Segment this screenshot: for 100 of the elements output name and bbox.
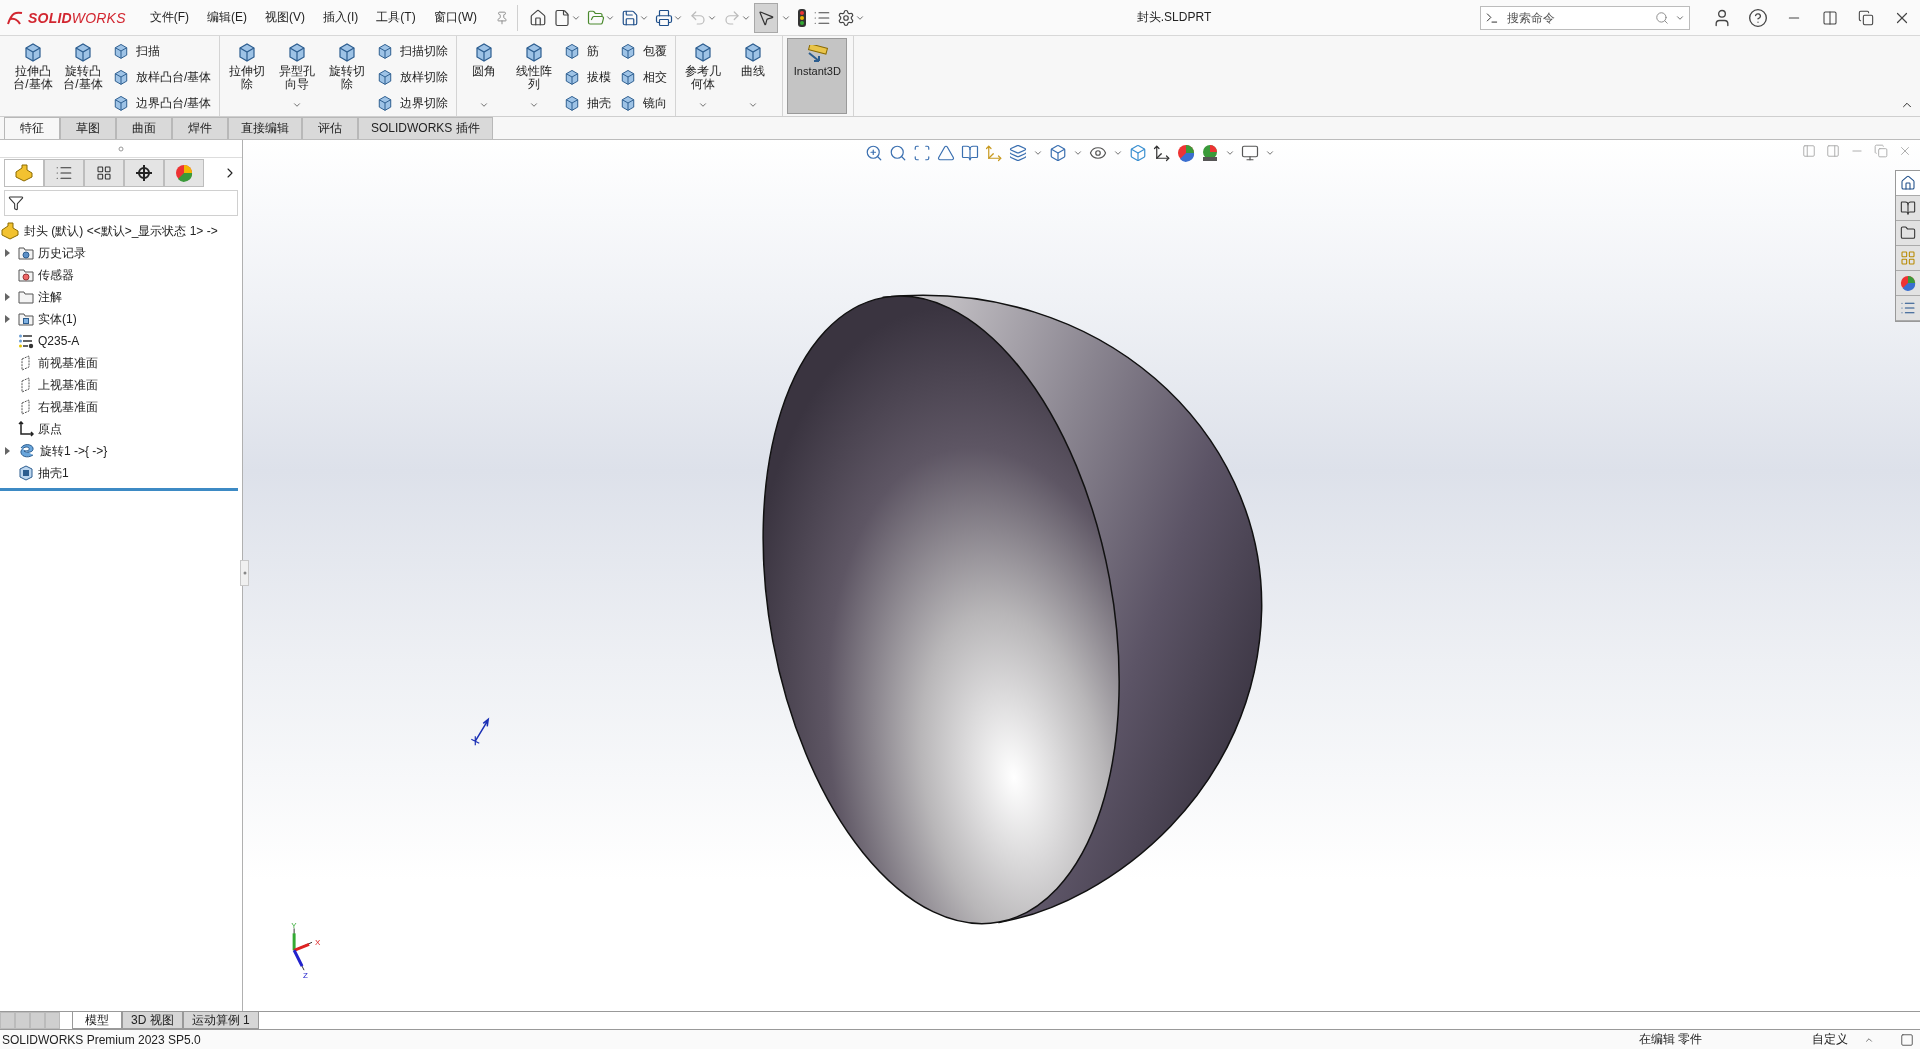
print-icon[interactable] [655, 8, 673, 27]
caret-icon[interactable] [1073, 148, 1083, 158]
hide-show-icon[interactable] [1089, 144, 1107, 162]
filter-icon[interactable] [8, 195, 24, 211]
display-style-icon[interactable] [1049, 144, 1067, 162]
ribbon-button[interactable]: 包覆 [617, 40, 670, 62]
tree-item[interactable]: 旋转1 ->{ ->} [40, 442, 108, 460]
caret-icon[interactable] [292, 100, 303, 110]
ribbon-button[interactable]: 边界切除 [374, 92, 451, 114]
panel-handle[interactable] [240, 560, 249, 586]
expand-icon[interactable] [4, 447, 10, 455]
color-ball-icon[interactable] [1177, 144, 1195, 162]
tree-item[interactable]: 抽壳1 [38, 464, 69, 482]
caret-icon[interactable] [1225, 148, 1235, 158]
document-tab[interactable]: 运动算例 1 [182, 1012, 259, 1029]
tile-left-icon[interactable] [1802, 144, 1816, 158]
ribbon-button[interactable]: 异型孔向导 [274, 38, 321, 114]
color-ball-icon[interactable] [1900, 275, 1916, 291]
home-icon[interactable] [1900, 175, 1916, 191]
menu-item[interactable]: 工具(T) [376, 9, 416, 26]
ribbon-button[interactable]: 抽壳 [561, 92, 614, 114]
ribbon-button[interactable]: 曲线 [730, 38, 777, 114]
search-field[interactable]: 搜索命令 [1480, 5, 1690, 30]
menu-item[interactable]: 视图(V) [265, 9, 305, 26]
search-icon[interactable] [1655, 10, 1669, 25]
filter-field[interactable] [4, 190, 238, 216]
caret-icon[interactable] [698, 100, 709, 110]
ribbon-button[interactable]: 圆角 [461, 38, 508, 114]
ribbon-button[interactable]: 相交 [617, 66, 670, 88]
tree-item[interactable]: 封头 (默认) <<默认>_显示状态 1> -> [24, 222, 218, 240]
home-icon[interactable] [529, 8, 547, 27]
command-tab[interactable]: 直接编辑 [228, 117, 302, 139]
tree-item[interactable]: 实体(1) [38, 310, 77, 328]
command-tab[interactable]: 评估 [302, 117, 358, 139]
ribbon-button[interactable]: 线性阵列 [511, 38, 558, 114]
monitor-icon[interactable] [1241, 144, 1259, 162]
instant3d-button[interactable]: Instant3D [787, 38, 848, 114]
ribbon-button[interactable]: 镜向 [617, 92, 670, 114]
ribbon-button[interactable]: 参考几何体 [680, 38, 727, 114]
document-tab[interactable]: 3D 视图 [122, 1012, 183, 1029]
pin-icon[interactable] [495, 10, 509, 25]
command-tab[interactable]: SOLIDWORKS 插件 [358, 117, 493, 139]
properties-icon[interactable] [1900, 300, 1916, 316]
pointer-icon[interactable] [757, 8, 775, 27]
ribbon-button[interactable]: 扫描切除 [374, 40, 451, 62]
expand-icon[interactable] [4, 249, 10, 257]
pane-tab[interactable] [124, 159, 164, 187]
menu-item[interactable]: 编辑(E) [207, 9, 247, 26]
ribbon-button[interactable]: 旋转切除 [324, 38, 371, 114]
command-tab[interactable]: 曲面 [116, 117, 172, 139]
tree-item[interactable]: 传感器 [38, 266, 74, 284]
grip-icon[interactable] [118, 145, 124, 152]
tree-item[interactable]: Q235-A [38, 334, 80, 348]
document-tab[interactable]: 模型 [72, 1012, 122, 1029]
restore-icon[interactable] [1858, 9, 1874, 26]
search-input[interactable]: 搜索命令 [1505, 9, 1649, 26]
ribbon-button[interactable]: 拔模 [561, 66, 614, 88]
ribbon-button[interactable]: 旋转凸台/基体 [60, 38, 106, 114]
folder-icon[interactable] [1900, 225, 1916, 241]
ribbon-button[interactable]: 拉伸切除 [224, 38, 271, 114]
ribbon-button[interactable]: 边界凸台/基体 [110, 92, 214, 114]
command-tab[interactable]: 草图 [60, 117, 116, 139]
traffic-light-icon[interactable] [797, 7, 807, 28]
caret-icon[interactable] [529, 100, 540, 110]
save-icon[interactable] [621, 8, 639, 27]
menu-item[interactable]: 窗口(W) [433, 9, 477, 26]
help-icon[interactable] [1748, 7, 1768, 28]
tree-item[interactable]: 注解 [38, 288, 62, 306]
settings-icon[interactable] [837, 8, 855, 27]
zoom-icon[interactable] [889, 144, 907, 162]
menu-item[interactable]: 文件(F) [149, 9, 189, 26]
command-tab[interactable]: 特征 [4, 117, 60, 139]
axis-icon[interactable] [1153, 144, 1171, 162]
tree-item[interactable]: 前视基准面 [38, 354, 98, 372]
ribbon-button[interactable]: 筋 [561, 40, 614, 62]
library-icon[interactable] [1900, 200, 1916, 216]
cube-icon[interactable] [1129, 144, 1147, 162]
command-tab[interactable]: 焊件 [172, 117, 228, 139]
new-file-icon[interactable] [553, 8, 571, 27]
expand-icon[interactable] [4, 315, 10, 323]
units-button[interactable]: 自定义 [1812, 1031, 1848, 1048]
open-folder-icon[interactable] [587, 8, 605, 27]
zoom-in-icon[interactable] [865, 144, 883, 162]
select-tool[interactable] [754, 2, 778, 33]
menu-item[interactable]: 插入(I) [323, 9, 359, 26]
split-window-icon[interactable] [1822, 9, 1838, 26]
caret-icon[interactable] [479, 100, 490, 110]
expand-icon[interactable] [4, 293, 10, 301]
tile-right-icon[interactable] [1826, 144, 1840, 158]
ribbon-button[interactable]: 扫描 [110, 40, 214, 62]
undo-icon[interactable] [689, 8, 707, 27]
caret-icon[interactable] [1265, 148, 1275, 158]
caret-icon[interactable] [748, 100, 759, 110]
tree-item[interactable]: 原点 [38, 420, 62, 438]
redo-icon[interactable] [723, 8, 741, 27]
pane-tab[interactable] [84, 159, 124, 187]
tree-item[interactable]: 历史记录 [38, 244, 86, 262]
caret-icon[interactable] [1033, 148, 1043, 158]
caret-icon[interactable] [1113, 148, 1123, 158]
ribbon-button[interactable]: 放样切除 [374, 66, 451, 88]
